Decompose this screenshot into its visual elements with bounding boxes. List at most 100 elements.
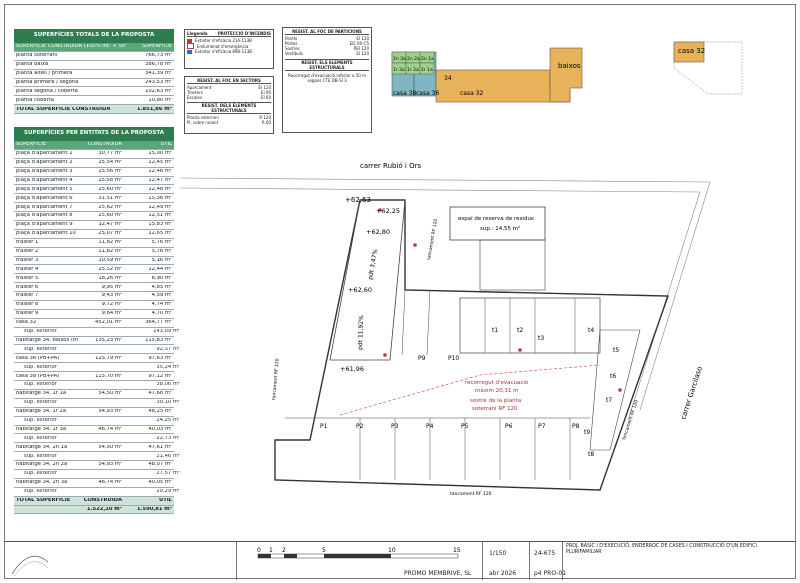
entity-useful: 48,25 m²	[148, 409, 172, 415]
entity-constructed: 25,58 m²	[98, 177, 122, 183]
entity-row: traster 7 9,43 m² 4,59 m²	[14, 292, 174, 302]
entity-useful: 15,00 m²	[148, 151, 172, 157]
place-label-p5: P5	[461, 423, 469, 430]
store-label-t7: t7	[606, 397, 612, 404]
entity-useful: 47,61 m²	[148, 444, 172, 450]
entity-label: plaça d'aparcament 3	[16, 169, 73, 175]
entity-useful: 38,06 m²	[156, 382, 180, 388]
place-label-p2: P2	[356, 423, 364, 430]
entity-useful: 12,65 m²	[148, 231, 172, 237]
totals-total-row: TOTAL SUPERFÍCIE CONSTRUÏDA 1.851,86 m²	[14, 105, 174, 115]
entity-label: sup. exterior	[24, 400, 57, 406]
entity-constructed: 18,26 m²	[98, 275, 122, 281]
entity-useful: 12,48 m²	[148, 186, 172, 192]
entity-constructed: 25,60 m²	[98, 213, 122, 219]
scale-bar-seg-1	[258, 554, 271, 558]
entity-label: casa 36 (PB+PA)	[16, 355, 60, 361]
emergency-light-icon	[187, 43, 194, 49]
basement-perimeter	[274, 199, 669, 491]
keyplan-label-casa38: casa 38	[393, 90, 417, 97]
entity-row: habitatge 34, 1r 1a 54,50 m² 47,68 m²	[14, 390, 174, 399]
entity-label: habitatge 34, 1r 3a	[16, 426, 67, 432]
totals-col-header: SUPERFÍCIE CONSTRUÏDA (100% int. + 50% e…	[14, 43, 174, 52]
entity-useful: 47,68 m²	[148, 391, 172, 397]
keyplan-label-casa32b: casa 32	[460, 90, 484, 97]
place-label-p9: P9	[418, 355, 426, 362]
cte-fire-box: RESIST. AL FOC DE PARTICIONS Parets EI 12…	[282, 27, 372, 133]
cte-sub-title: RESIST. ELS ELEMENTS ESTRUCTURALS	[285, 59, 369, 71]
entity-row: habitatge 34, 2n 2a 54,93 m² 48,07 m²	[14, 461, 174, 470]
entity-useful: 97,12 m²	[148, 373, 172, 379]
entity-label: habitatge 34, 1r 2a	[16, 409, 67, 415]
entity-constructed: 11,82 m²	[98, 240, 122, 246]
wall-label-2: tancament RF 120	[271, 358, 281, 400]
entity-row: habitatge 34, baixos (triplex) 135,23 m² 1…	[14, 337, 174, 346]
entity-useful: 35,24 m²	[156, 364, 180, 370]
entity-useful: 4,85 m²	[151, 284, 172, 290]
tb-divider-2	[529, 542, 530, 580]
entity-row: plaça d'aparcament 8 25,60 m² 12,51 m²	[14, 212, 174, 222]
entity-useful: 4,74 m²	[151, 302, 172, 308]
tb-client: PROMO MEMBRIVE, SL	[404, 570, 472, 577]
legend-col1: Llegenda	[187, 31, 208, 36]
street-line-top-1	[180, 177, 711, 183]
tb-date: abr 2026	[489, 570, 517, 577]
entity-useful: 5,16 m²	[151, 257, 172, 263]
entity-useful: 97,63 m²	[148, 355, 172, 361]
entity-row: traster 4 25,52 m² 12,44 m²	[14, 265, 174, 275]
legend-col2: PROTECCIÓ D'INCENDIS	[217, 31, 271, 36]
entity-label: traster 5	[16, 275, 39, 281]
street-label-top: carrer Rubió i Ors	[360, 162, 421, 170]
entity-label: plaça d'aparcament 9	[16, 222, 73, 228]
tb-blank-cell	[236, 542, 237, 580]
entities-col1: SUPERFÍCIE	[16, 142, 47, 148]
extinguisher-mark-5	[618, 388, 622, 392]
entity-constructed: 115,79 m²	[95, 355, 122, 361]
entity-label: plaça d'aparcament 6	[16, 195, 73, 201]
extinguisher-mark-2	[413, 243, 417, 247]
entities-total-label: TOTAL SUPERFÍCIE	[16, 497, 71, 503]
entity-useful: 24,25 m²	[156, 417, 180, 423]
entity-useful: 20,29 m²	[156, 489, 180, 495]
totals-row-label: planta primera / segona	[16, 79, 79, 85]
entity-label: casa 38 (PB+PA)	[16, 373, 60, 379]
entities-total-c: 1.522,10 m²	[86, 506, 122, 512]
entity-label: plaça d'aparcament 2	[16, 160, 73, 166]
store-label-t4: t4	[588, 327, 594, 334]
entity-useful: 364,77 m²	[145, 320, 172, 326]
site-keyplan: casa 32	[673, 41, 743, 95]
entity-row: traster 5 18,26 m² 8,90 m²	[14, 274, 174, 284]
totals-title: SUPERFÍCIES TOTALS DE LA PROPOSTA	[14, 29, 174, 43]
totals-row-label: planta baixa	[16, 62, 49, 68]
entity-useful: 115,83 m²	[145, 337, 172, 343]
entity-row: sup. exterior 143,09 m²	[14, 328, 180, 337]
level-5: +61,96	[340, 365, 364, 373]
totals-row: planta soterrani 766,73 m²	[14, 52, 174, 61]
entity-constructed: 25,60 m²	[98, 186, 122, 192]
bcn-sub-val-2: R 60	[261, 120, 271, 125]
entity-row: sup. exterior 27,57 m²	[14, 470, 180, 479]
extinguisher-co2-icon	[187, 49, 192, 54]
entity-row: sup. exterior 20,29 m²	[14, 488, 180, 497]
entity-row: traster 9 9,64 m² 4,70 m²	[14, 310, 174, 319]
totals-row: planta segona / coberta 102,63 m²	[14, 87, 174, 97]
storage-block	[459, 297, 601, 354]
entity-constructed: 9,72 m²	[101, 302, 122, 308]
entity-label: traster 9	[16, 311, 39, 317]
entity-label: traster 4	[16, 266, 39, 272]
entities-col3: ÚTIL	[160, 142, 172, 148]
totals-table: SUPERFÍCIES TOTALS DE LA PROPOSTA SUPERF…	[14, 29, 174, 115]
entity-constructed: 9,95 m²	[101, 284, 122, 290]
evac-label: recorregut d'evacuació	[465, 379, 529, 386]
keyplan-unit-label-5: 1r 2a	[407, 67, 419, 73]
entity-row: sup. exterior 38,06 m²	[14, 381, 180, 390]
entity-label: traster 2	[16, 249, 39, 255]
entity-useful: 4,70 m²	[151, 311, 172, 317]
entity-constructed: 54,93 m²	[98, 409, 122, 415]
extinguisher-icon	[187, 38, 192, 43]
bcn-title: RESIST. AL FOC EN SECTORS	[187, 78, 271, 84]
entity-row: plaça d'aparcament 7 25,62 m² 12,49 m²	[14, 203, 174, 213]
entity-useful: 48,07 m²	[148, 462, 172, 468]
entity-constructed: 9,64 m²	[101, 311, 122, 317]
entity-useful: 15,83 m²	[148, 222, 172, 228]
